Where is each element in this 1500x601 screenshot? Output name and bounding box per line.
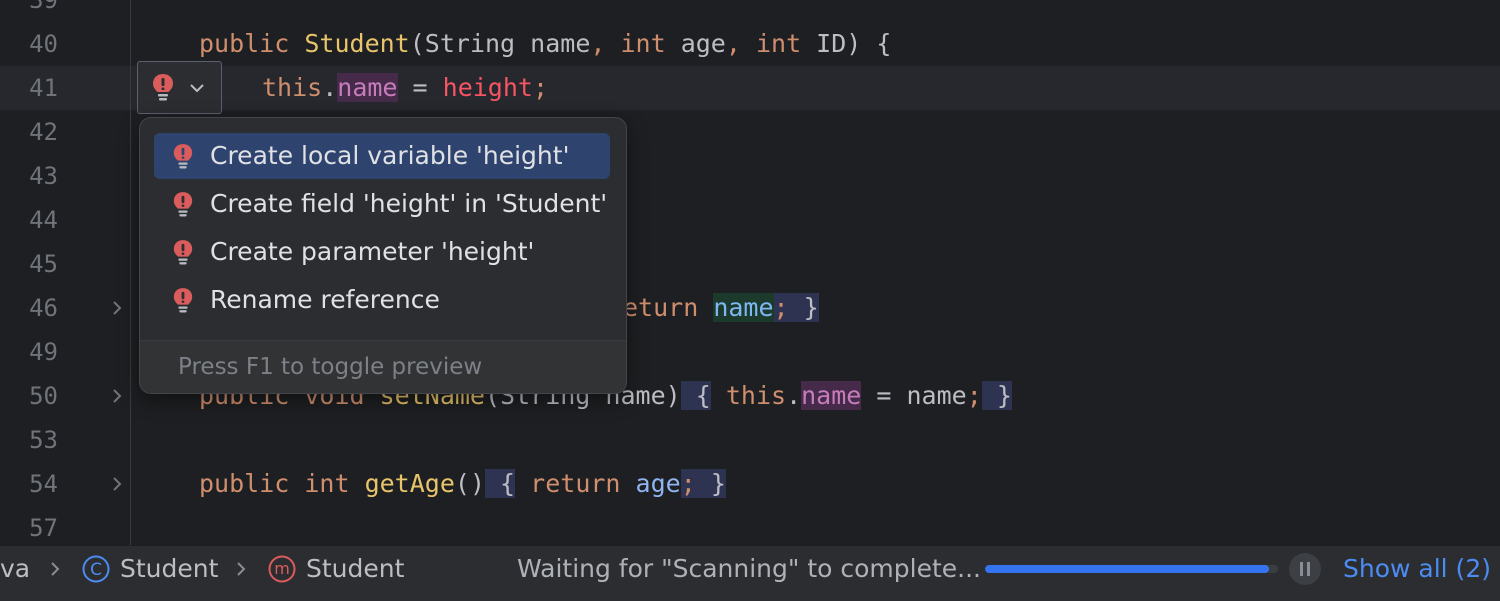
action-create-parameter[interactable]: Create parameter 'height'	[154, 229, 610, 275]
line-number: 41	[29, 74, 58, 102]
punct: ()	[454, 469, 485, 498]
line-number: 53	[29, 426, 58, 454]
red-bulb-icon	[153, 74, 173, 101]
line-number: 50	[29, 382, 58, 410]
keyword: return	[530, 469, 621, 498]
field-reference: age	[620, 469, 681, 498]
code-line-46[interactable]: eturn name; }	[623, 286, 819, 330]
code-line-40[interactable]: public Student(String name, int age, int…	[199, 22, 891, 66]
status-bar: va C Student m Student Waiting for "Scan…	[0, 545, 1500, 601]
param: name	[515, 29, 591, 58]
action-rename-reference[interactable]: Rename reference	[154, 277, 610, 323]
action-label: Rename reference	[210, 285, 440, 314]
punct: (	[409, 29, 425, 58]
punct: ;	[966, 381, 982, 410]
fold-chevron-icon[interactable]	[108, 374, 126, 418]
current-line-highlight	[0, 66, 1500, 110]
assign: = name	[861, 381, 967, 410]
background-task-progress	[985, 565, 1278, 573]
background-task-label[interactable]: Waiting for "Scanning" to complete...	[517, 546, 981, 592]
code-line-54[interactable]: public int getAge() { return age; }	[199, 462, 726, 506]
breadcrumb-class[interactable]: Student	[120, 546, 218, 592]
line-number: 45	[29, 250, 58, 278]
brace: {	[485, 469, 516, 498]
svg-text:m: m	[274, 559, 290, 578]
red-bulb-icon	[173, 288, 193, 313]
keyword: this	[725, 381, 787, 410]
line-number: 42	[29, 118, 58, 146]
line-number: 46	[29, 294, 58, 322]
red-bulb-icon	[173, 144, 193, 169]
brace: }	[788, 293, 819, 322]
action-create-local-variable[interactable]: Create local variable 'height'	[154, 133, 610, 179]
brace: }	[695, 469, 726, 498]
unresolved-symbol: height	[442, 73, 533, 102]
code-line-41[interactable]: this.name = height;	[262, 66, 548, 110]
gutter-divider	[130, 0, 131, 545]
punct: .	[322, 73, 338, 102]
field-reference: name	[713, 293, 774, 322]
breadcrumb-method[interactable]: Student	[306, 546, 404, 592]
line-number: 39	[29, 0, 58, 14]
line-number: 57	[29, 514, 58, 542]
keyword: int	[755, 29, 802, 58]
breadcrumb-separator-icon	[237, 562, 246, 576]
keyword: int	[620, 29, 666, 58]
intention-actions-button[interactable]	[137, 61, 222, 114]
chevron-down-icon	[190, 84, 204, 93]
param: ID	[801, 29, 847, 58]
punct: ;	[532, 73, 549, 102]
constructor-name: Student	[304, 29, 410, 58]
breadcrumb-separator-icon	[51, 562, 60, 576]
pause-button[interactable]	[1289, 553, 1321, 585]
field-reference: name	[337, 73, 398, 102]
line-number: 44	[29, 206, 58, 234]
keyword: eturn	[623, 293, 699, 322]
type: String	[424, 29, 516, 58]
line-number: 40	[29, 30, 58, 58]
punct: .	[786, 381, 802, 410]
punct: ,	[725, 29, 756, 58]
line-number: 54	[29, 470, 58, 498]
keyword: public	[199, 469, 290, 498]
punct: ,	[590, 29, 621, 58]
brace: {	[680, 381, 711, 410]
action-label: Create local variable 'height'	[210, 141, 570, 170]
svg-text:C: C	[90, 560, 102, 580]
red-bulb-icon	[173, 240, 193, 265]
punct: =	[397, 73, 443, 102]
method-name: getAge	[349, 469, 455, 498]
red-bulb-icon	[173, 192, 193, 217]
intention-actions-popup: Create local variable 'height' Create fi…	[139, 117, 627, 394]
popup-footer: Press F1 to toggle preview	[140, 340, 626, 393]
progress-fill	[985, 565, 1270, 573]
brace: }	[981, 381, 1012, 410]
action-create-field[interactable]: Create field 'height' in 'Student'	[154, 181, 610, 227]
preview-hint: Press F1 to toggle preview	[178, 354, 483, 380]
line-number: 49	[29, 338, 58, 366]
show-all-tasks-link[interactable]: Show all (2)	[1343, 546, 1491, 592]
field-reference: name	[801, 381, 862, 410]
breadcrumb-file[interactable]: va	[0, 546, 30, 592]
action-label: Create parameter 'height'	[210, 237, 535, 266]
punct: ) {	[846, 29, 892, 58]
keyword: this	[262, 73, 323, 102]
method-icon: m	[268, 555, 296, 583]
param: age	[665, 29, 726, 58]
action-label: Create field 'height' in 'Student'	[210, 189, 608, 218]
punct: ;	[680, 469, 696, 498]
fold-chevron-icon[interactable]	[108, 286, 126, 330]
line-number: 43	[29, 162, 58, 190]
keyword: public	[199, 29, 290, 58]
fold-chevron-icon[interactable]	[108, 462, 126, 506]
keyword: int	[289, 469, 350, 498]
class-icon: C	[82, 555, 110, 583]
punct: ;	[773, 293, 789, 322]
